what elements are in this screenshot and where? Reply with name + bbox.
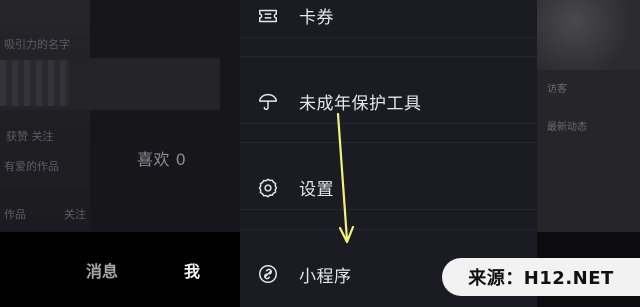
- menu-item-label: 未成年保护工具: [299, 94, 422, 114]
- menu-item-label: 设置: [299, 180, 334, 200]
- watermark-text: 来源：H12.NET: [468, 268, 614, 289]
- background-profile-left: 吸引力的名字 获赞 关注 有爱的作品 作品 关注 喜欢 0 消息 我: [0, 0, 240, 307]
- ghost-text: 作品: [4, 208, 26, 221]
- blurred-image: [537, 0, 640, 70]
- menu-item-coupons[interactable]: 卡券: [240, 0, 537, 38]
- menu-item-settings[interactable]: 设置: [240, 166, 537, 210]
- blurred-cover: [0, 0, 90, 230]
- ghost-text: 吸引力的名字: [4, 38, 70, 51]
- link-icon: [257, 263, 279, 285]
- divider: [240, 229, 537, 230]
- annotation-arrow: [336, 112, 355, 244]
- ticket-icon: [257, 5, 279, 27]
- tab-messages[interactable]: 消息: [86, 258, 118, 282]
- likes-tab-label[interactable]: 喜欢 0: [137, 146, 186, 170]
- ghost-text: 获赞 关注: [6, 130, 54, 143]
- source-watermark: 来源：H12.NET: [442, 258, 640, 296]
- ghost-text: 访客: [547, 84, 567, 95]
- umbrella-icon: [257, 91, 279, 113]
- ghost-text: 有爱的作品: [4, 160, 59, 173]
- menu-item-minor-protection[interactable]: 未成年保护工具: [240, 80, 537, 124]
- ghost-text: 最新动态: [547, 122, 587, 133]
- divider: [240, 56, 537, 57]
- menu-item-label: 小程序: [299, 266, 352, 287]
- bottom-tab-bar: [0, 232, 240, 307]
- menu-item-label: 卡券: [299, 8, 334, 28]
- ghost-text: 关注: [64, 208, 86, 221]
- pixelated-text: [0, 60, 70, 106]
- divider: [240, 142, 537, 143]
- tab-me[interactable]: 我: [184, 258, 200, 282]
- gear-icon: [257, 177, 279, 199]
